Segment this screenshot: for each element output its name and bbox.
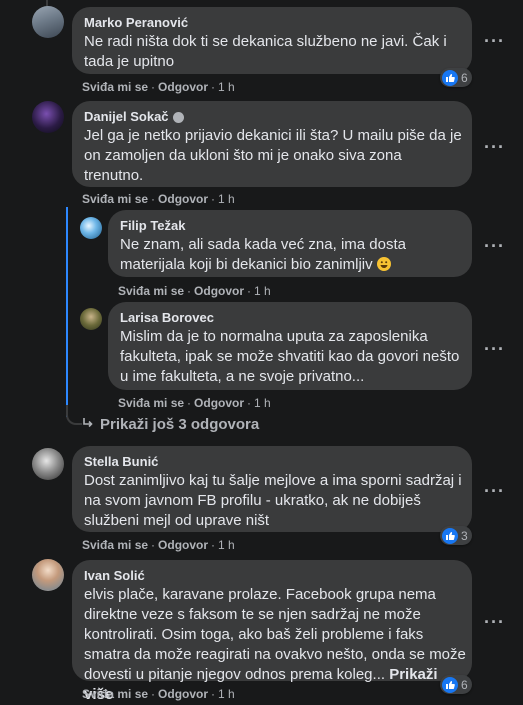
reaction-count[interactable]: 6 — [440, 675, 472, 694]
reply-actions: Sviđa mi se · Odgovor · 1 h — [118, 396, 271, 410]
reply-button[interactable]: Odgovor — [158, 538, 208, 552]
reply-button[interactable]: Odgovor — [158, 192, 208, 206]
comment-actions: Sviđa mi se · Odgovor · 1 h — [82, 80, 235, 94]
thread-connector — [66, 405, 82, 425]
like-button[interactable]: Sviđa mi se — [118, 284, 184, 298]
reply-text: Ne znam, ali sada kada već zna, ima dost… — [120, 236, 406, 273]
reply-author[interactable]: Larisa Borovec — [120, 310, 460, 326]
comment-bubble: Stella Bunić Dost zanimljivo kaj tu šalj… — [72, 446, 472, 532]
comment-text: Jel ga je netko prijavio dekanici ili št… — [84, 127, 462, 184]
reply-arrow-icon — [82, 416, 94, 433]
comment-author[interactable]: Ivan Solić — [84, 568, 460, 584]
reaction-number: 6 — [461, 677, 468, 692]
timestamp[interactable]: 1 h — [218, 538, 235, 552]
like-thumb-icon — [442, 676, 458, 693]
reply-text: Mislim da je to normalna uputa za zaposl… — [120, 328, 460, 385]
more-options-icon[interactable]: ··· — [484, 613, 505, 631]
reply-button[interactable]: Odgovor — [158, 687, 208, 701]
comment-actions: Sviđa mi se · Odgovor · 1 h — [82, 192, 235, 206]
comment-actions: Sviđa mi se · Odgovor · 1 h — [82, 538, 235, 552]
comment-text: Dost zanimljivo kaj tu šalje mejlove a i… — [84, 472, 462, 529]
reply-author[interactable]: Filip Težak — [120, 218, 460, 234]
reply-bubble: Larisa Borovec Mislim da je to normalna … — [108, 302, 472, 390]
reply-thread-line — [66, 207, 68, 417]
like-button[interactable]: Sviđa mi se — [118, 396, 184, 410]
comment-text: Ne radi ništa dok ti se dekanica služben… — [84, 33, 447, 70]
reply-button[interactable]: Odgovor — [194, 284, 244, 298]
comment-bubble: Danijel Sokač Jel ga je netko prijavio d… — [72, 101, 472, 187]
reply-button[interactable]: Odgovor — [158, 80, 208, 94]
avatar[interactable] — [80, 217, 102, 239]
timestamp[interactable]: 1 h — [218, 192, 235, 206]
like-thumb-icon — [442, 69, 458, 86]
reply-actions: Sviđa mi se · Odgovor · 1 h — [118, 284, 271, 298]
reply-bubble: Filip Težak Ne znam, ali sada kada već z… — [108, 210, 472, 277]
more-options-icon[interactable]: ··· — [484, 32, 505, 50]
comment-author[interactable]: Stella Bunić — [84, 454, 460, 470]
avatar[interactable] — [80, 308, 102, 330]
timestamp[interactable]: 1 h — [254, 396, 271, 410]
like-button[interactable]: Sviđa mi se — [82, 192, 148, 206]
more-options-icon[interactable]: ··· — [484, 138, 505, 156]
reaction-number: 3 — [461, 528, 468, 543]
avatar[interactable] — [32, 101, 64, 133]
top-fan-badge-icon — [172, 111, 184, 123]
reply-button[interactable]: Odgovor — [194, 396, 244, 410]
more-options-icon[interactable]: ··· — [484, 482, 505, 500]
timestamp[interactable]: 1 h — [218, 80, 235, 94]
comment-bubble: Ivan Solić elvis plače, karavane prolaze… — [72, 560, 472, 703]
like-thumb-icon — [442, 527, 458, 544]
avatar[interactable] — [32, 559, 64, 591]
comment-author[interactable]: Marko Peranović — [84, 15, 460, 31]
avatar[interactable] — [32, 6, 64, 38]
comment-actions: Sviđa mi se · Odgovor · 1 h — [82, 687, 235, 701]
avatar[interactable] — [32, 448, 64, 480]
more-options-icon[interactable]: ··· — [484, 237, 505, 255]
show-more-replies-button[interactable]: Prikaži još 3 odgovora — [82, 416, 259, 433]
comment-bubble: Marko Peranović Ne radi ništa dok ti se … — [72, 7, 472, 74]
reaction-number: 6 — [461, 70, 468, 85]
more-options-icon[interactable]: ··· — [484, 340, 505, 358]
timestamp[interactable]: 1 h — [218, 687, 235, 701]
like-button[interactable]: Sviđa mi se — [82, 687, 148, 701]
grinning-emoji-icon — [376, 257, 391, 271]
like-button[interactable]: Sviđa mi se — [82, 80, 148, 94]
comment-author[interactable]: Danijel Sokač — [84, 109, 460, 125]
timestamp[interactable]: 1 h — [254, 284, 271, 298]
show-more-replies-label: Prikaži još 3 odgovora — [100, 416, 260, 433]
like-button[interactable]: Sviđa mi se — [82, 538, 148, 552]
reaction-count[interactable]: 3 — [440, 526, 472, 545]
reaction-count[interactable]: 6 — [440, 68, 472, 87]
